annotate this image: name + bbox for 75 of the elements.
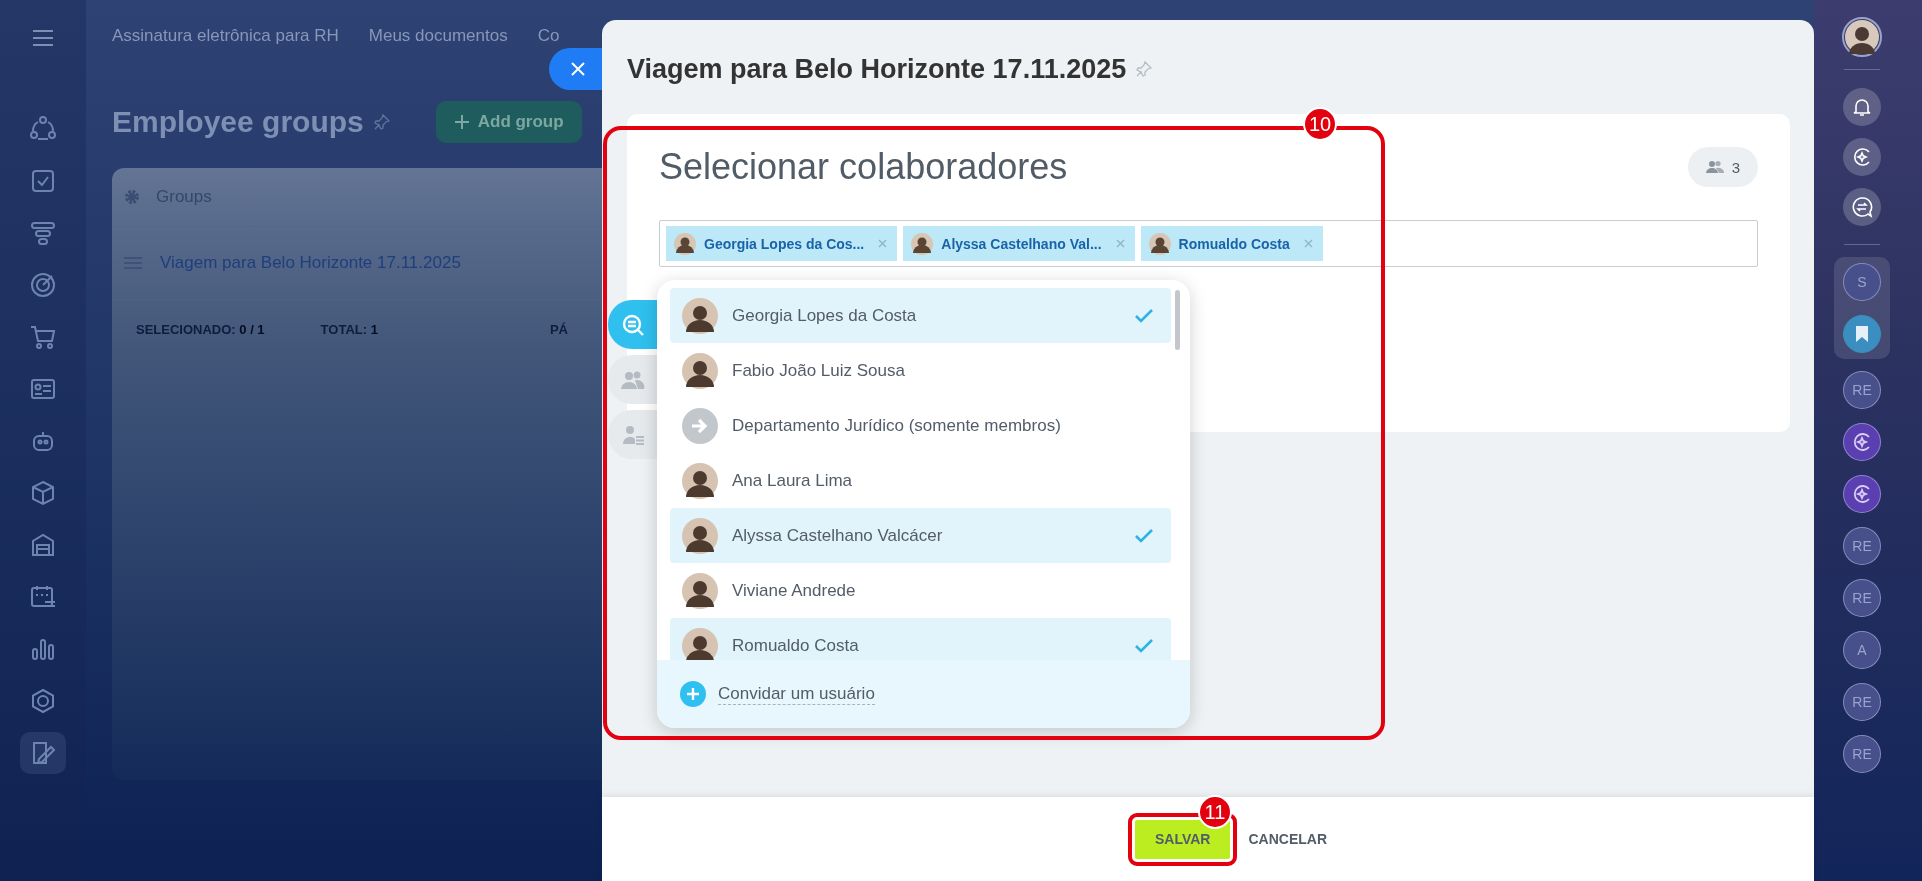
sparkle-ring-icon xyxy=(1851,431,1873,453)
plus-icon[interactable] xyxy=(680,681,706,707)
sparkle-ring-icon xyxy=(1851,146,1873,168)
bell-icon xyxy=(1851,96,1873,118)
copilot-chat-button[interactable] xyxy=(1843,423,1881,461)
chat-avatar[interactable]: A xyxy=(1843,631,1881,669)
avatar xyxy=(682,462,718,499)
chat-avatar[interactable]: RE xyxy=(1843,735,1881,773)
avatar xyxy=(674,232,696,255)
selector-heading: Selecionar colaboradores xyxy=(659,146,1068,188)
copilot-chat-button[interactable] xyxy=(1843,475,1881,513)
panel-title: Viagem para Belo Horizonte 17.11.2025 xyxy=(627,53,1127,85)
list-item[interactable]: Ana Laura Lima xyxy=(670,453,1171,508)
check-icon xyxy=(1135,528,1153,543)
list-item[interactable]: Departamento Jurídico (somente membros) xyxy=(670,398,1171,453)
footer-stat: PÁ xyxy=(549,322,568,337)
avatar xyxy=(682,297,718,334)
target-icon xyxy=(29,271,57,299)
cancel-button[interactable]: CANCELAR xyxy=(1244,819,1331,859)
close-button[interactable] xyxy=(549,48,602,90)
warehouse-icon xyxy=(29,531,57,559)
checkbox-icon xyxy=(29,167,57,195)
chat-avatar[interactable]: RE xyxy=(1843,371,1881,409)
user-avatar[interactable] xyxy=(1842,17,1882,57)
selected-count[interactable]: 3 xyxy=(1687,147,1758,187)
avatar xyxy=(682,517,718,554)
chat-avatar[interactable]: S xyxy=(1843,263,1881,301)
menu-icon[interactable] xyxy=(32,30,54,46)
bookmark-button[interactable] xyxy=(1843,315,1881,353)
chat-avatar[interactable]: RE xyxy=(1843,579,1881,617)
sparkle-ring-icon xyxy=(1851,483,1873,505)
hexagon-icon xyxy=(29,687,57,715)
copilot-button[interactable] xyxy=(1843,138,1881,176)
top-tab[interactable]: Assinatura eletrônica para RH xyxy=(112,27,339,45)
footer-stat: TOTAL: 1 xyxy=(320,322,378,337)
list-item[interactable]: Romualdo Costa xyxy=(670,618,1171,660)
check-icon xyxy=(1135,308,1153,323)
list-item[interactable]: Fabio João Luiz Sousa xyxy=(670,343,1171,398)
user-tag[interactable]: Romualdo Costa xyxy=(1140,226,1323,261)
avatar xyxy=(682,627,718,660)
list-item[interactable]: Viviane Andrede xyxy=(670,563,1171,618)
chat-arrows-icon xyxy=(1851,196,1873,218)
footer-stat: SELECIONADO: 0 / 1 xyxy=(136,322,265,337)
add-group-button[interactable]: Add group xyxy=(435,101,582,143)
chat-avatar[interactable]: RE xyxy=(1843,683,1881,721)
avatar xyxy=(911,232,934,255)
nav-item-active[interactable] xyxy=(20,732,66,774)
bookmark-icon xyxy=(1855,325,1869,343)
check-icon xyxy=(1135,638,1153,653)
notifications-button[interactable] xyxy=(1843,88,1881,126)
circle-nodes-icon xyxy=(29,115,57,143)
top-tab[interactable]: Co xyxy=(537,27,560,45)
avatar xyxy=(682,572,718,609)
funnel-icon xyxy=(29,219,57,247)
annotation-badge: 10 xyxy=(1303,107,1337,141)
chat-button[interactable] xyxy=(1843,188,1881,226)
avatar xyxy=(1148,232,1171,255)
list-item[interactable]: Alyssa Castelhano Valcácer xyxy=(670,508,1171,563)
top-tab[interactable]: Meus documentos xyxy=(368,27,508,45)
list-item[interactable]: Georgia Lopes da Costa xyxy=(670,288,1171,343)
chat-avatar[interactable]: RE xyxy=(1843,527,1881,565)
page-title: Employee groups xyxy=(112,105,364,139)
close-icon xyxy=(570,62,585,76)
search-icon xyxy=(620,312,645,337)
invite-link[interactable]: Convidar um usuário xyxy=(718,683,875,705)
search-tab[interactable] xyxy=(608,300,657,349)
tag-input-field[interactable]: Georgia Lopes da Cos... Alyssa Castelhano Val... Romualdo Costa xyxy=(659,220,1758,267)
pin-icon[interactable] xyxy=(373,114,390,130)
avatar xyxy=(682,352,718,389)
user-tag[interactable]: Alyssa Castelhano Val... xyxy=(903,226,1135,261)
user-tag[interactable]: Georgia Lopes da Cos... xyxy=(666,226,898,261)
people-icon xyxy=(1705,160,1724,174)
cart-icon xyxy=(29,323,57,351)
box-icon xyxy=(29,479,57,507)
plus-icon xyxy=(453,114,470,130)
